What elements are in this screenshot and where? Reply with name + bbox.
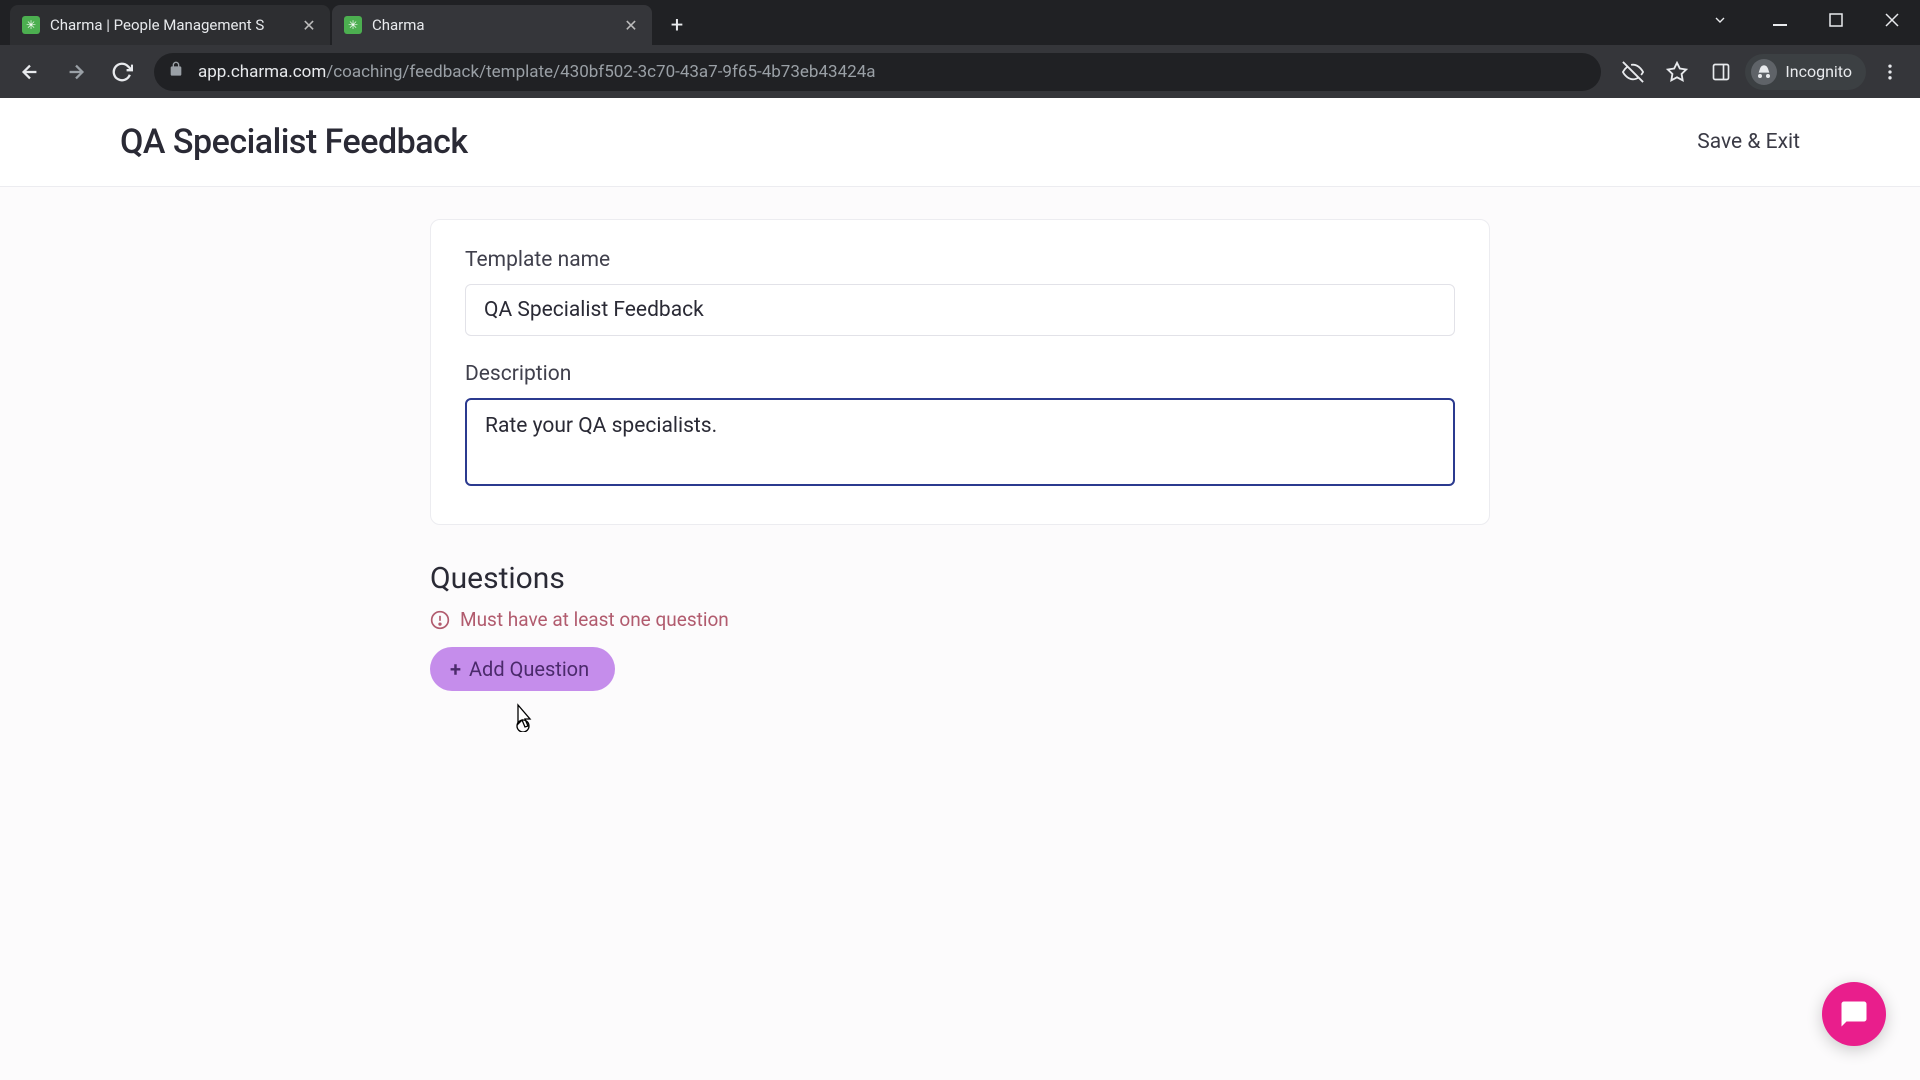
window-minimize-icon[interactable] bbox=[1752, 0, 1808, 40]
window-maximize-icon[interactable] bbox=[1808, 0, 1864, 40]
browser-toolbar: app.charma.com/coaching/feedback/templat… bbox=[0, 45, 1920, 98]
address-bar[interactable]: app.charma.com/coaching/feedback/templat… bbox=[154, 53, 1601, 91]
questions-heading: Questions bbox=[430, 561, 1490, 596]
browser-menu-icon[interactable] bbox=[1870, 52, 1910, 92]
page-title: QA Specialist Feedback bbox=[120, 122, 468, 162]
chat-icon bbox=[1839, 999, 1869, 1029]
url-path: /coaching/feedback/template/430bf502-3c7… bbox=[326, 62, 875, 82]
add-question-label: Add Question bbox=[469, 657, 589, 681]
browser-chrome: ✳ Charma | People Management S ✕ ✳ Charm… bbox=[0, 0, 1920, 98]
favicon-icon: ✳ bbox=[344, 16, 362, 34]
tab-strip: ✳ Charma | People Management S ✕ ✳ Charm… bbox=[0, 0, 1920, 45]
incognito-badge[interactable]: Incognito bbox=[1745, 54, 1866, 90]
description-field: Description bbox=[465, 362, 1455, 490]
lock-icon bbox=[168, 61, 184, 82]
tab-close-icon[interactable]: ✕ bbox=[622, 16, 640, 34]
tab-close-icon[interactable]: ✕ bbox=[300, 16, 318, 34]
new-tab-button[interactable]: + bbox=[660, 8, 694, 42]
tabs-dropdown-icon[interactable] bbox=[1692, 0, 1748, 40]
plus-icon: + bbox=[450, 657, 461, 681]
description-label: Description bbox=[465, 362, 1455, 386]
side-panel-icon[interactable] bbox=[1701, 52, 1741, 92]
tracking-off-icon[interactable] bbox=[1613, 52, 1653, 92]
nav-reload-icon[interactable] bbox=[102, 52, 142, 92]
cursor-overlay bbox=[510, 702, 536, 736]
page-body: QA Specialist Feedback Save & Exit Templ… bbox=[0, 98, 1920, 1080]
save-exit-button[interactable]: Save & Exit bbox=[1697, 130, 1800, 154]
tab-title: Charma | People Management S bbox=[50, 16, 300, 34]
page-header: QA Specialist Feedback Save & Exit bbox=[0, 98, 1920, 187]
validation-text: Must have at least one question bbox=[460, 608, 729, 631]
validation-message: Must have at least one question bbox=[430, 608, 1490, 631]
warning-icon bbox=[430, 610, 450, 630]
browser-tab[interactable]: ✳ Charma | People Management S ✕ bbox=[10, 5, 330, 45]
content: Template name Description Questions Must… bbox=[0, 187, 1920, 691]
favicon-icon: ✳ bbox=[22, 16, 40, 34]
url-host: app.charma.com bbox=[198, 62, 326, 82]
nav-back-icon[interactable] bbox=[10, 52, 50, 92]
template-name-field: Template name bbox=[465, 248, 1455, 336]
incognito-icon bbox=[1751, 59, 1777, 85]
chat-fab-button[interactable] bbox=[1822, 982, 1886, 1046]
incognito-label: Incognito bbox=[1785, 62, 1852, 81]
browser-tab-active[interactable]: ✳ Charma ✕ bbox=[332, 5, 652, 45]
window-controls bbox=[1692, 0, 1920, 40]
template-name-input[interactable] bbox=[465, 284, 1455, 336]
nav-forward-icon[interactable] bbox=[56, 52, 96, 92]
template-card: Template name Description bbox=[430, 219, 1490, 525]
template-name-label: Template name bbox=[465, 248, 1455, 272]
questions-section: Questions Must have at least one questio… bbox=[430, 561, 1490, 691]
description-input[interactable] bbox=[465, 398, 1455, 486]
bookmark-star-icon[interactable] bbox=[1657, 52, 1697, 92]
window-close-icon[interactable] bbox=[1864, 0, 1920, 40]
tab-title: Charma bbox=[372, 16, 622, 34]
add-question-button[interactable]: + Add Question bbox=[430, 647, 615, 691]
